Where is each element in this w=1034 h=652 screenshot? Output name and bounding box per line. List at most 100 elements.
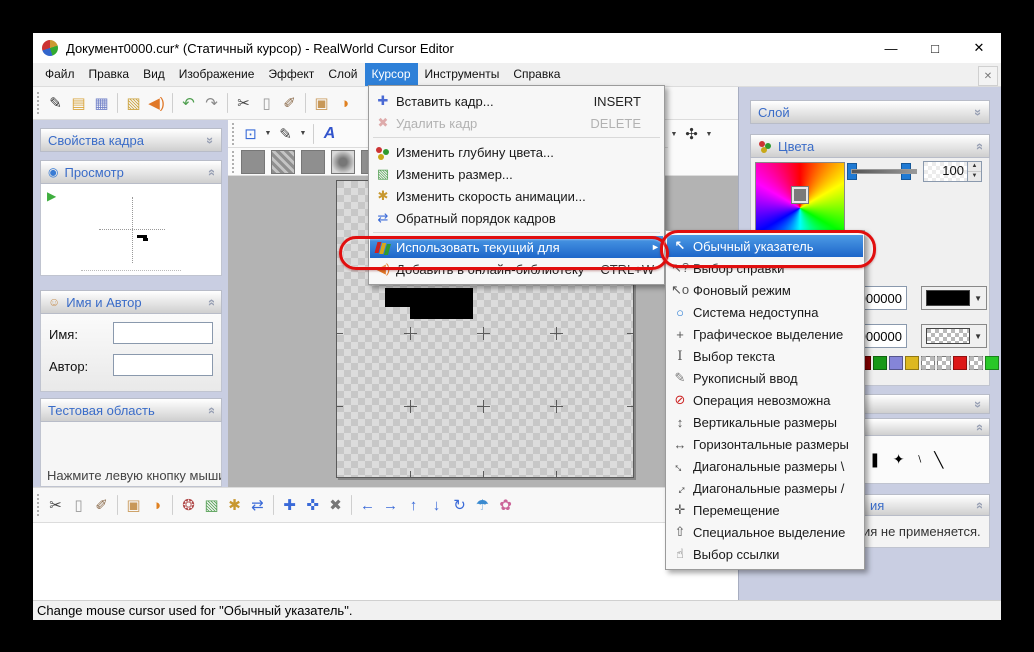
shift-left-icon[interactable]: ← (356, 494, 379, 517)
swatch-bright-green[interactable] (985, 356, 999, 370)
menu-item-resize[interactable]: ▧ Изменить размер... (370, 163, 663, 185)
slider-track[interactable] (851, 169, 917, 174)
animation-speed-icon[interactable]: ✱ (223, 494, 246, 517)
transparency-icon[interactable]: ◑ (333, 92, 356, 115)
brush-solid-1[interactable] (241, 150, 265, 174)
document-close-icon[interactable]: ✕ (978, 66, 998, 86)
swatch-violet[interactable] (889, 356, 903, 370)
select-tool-icon[interactable]: ⊡ (239, 122, 262, 145)
primary-color-dropdown[interactable]: ▼ (921, 286, 987, 310)
swatch-transparent-3[interactable] (969, 356, 983, 370)
submenu-item-text-select[interactable]: I Выбор текста (667, 345, 863, 367)
submenu-item-background-mode[interactable]: ↖o Фоновый режим (667, 279, 863, 301)
copy-icon[interactable]: ▯ (255, 92, 278, 115)
panel-header-frame-properties[interactable]: Свойства кадра » (40, 128, 222, 152)
menu-cursor[interactable]: Курсор (365, 63, 418, 86)
chevron-expand-icon[interactable]: » (971, 108, 986, 115)
menu-effect[interactable]: Эффект (261, 63, 321, 86)
submenu-item-unavailable[interactable]: ⊘ Операция невозможна (667, 389, 863, 411)
title-bar[interactable]: Документ0000.cur* (Статичный курсор) - R… (33, 33, 1001, 63)
spinner[interactable]: ▲ ▼ (967, 162, 981, 181)
rotate-icon[interactable]: ↻ (448, 494, 471, 517)
redo-icon[interactable]: ↷ (200, 92, 223, 115)
secondary-color-dropdown[interactable]: ▼ (921, 324, 987, 348)
chevron-collapse-icon[interactable]: » (971, 142, 986, 149)
copy-icon[interactable]: ▯ (67, 494, 90, 517)
menu-tools[interactable]: Инструменты (418, 63, 507, 86)
menu-item-delete-frame[interactable]: ✖ Удалить кадр DELETE (370, 112, 663, 134)
submenu-item-alternate-select[interactable]: ⇧ Специальное выделение (667, 521, 863, 543)
menu-item-color-depth[interactable]: Изменить глубину цвета... (370, 141, 663, 163)
transparency-icon[interactable]: ◑ (145, 494, 168, 517)
menu-file[interactable]: Файл (38, 63, 82, 86)
palette-icon[interactable]: ✿ (494, 494, 517, 517)
swatch-gold[interactable] (905, 356, 919, 370)
paste-icon[interactable]: ✐ (278, 92, 301, 115)
hotspot-tool-dropdown[interactable]: ▼ (703, 123, 715, 146)
hotspot-tool-icon[interactable]: ✣ (680, 123, 703, 146)
brush-shape-bar[interactable]: ❚ (869, 451, 881, 468)
menu-view[interactable]: Вид (136, 63, 172, 86)
text-tool-icon[interactable]: A (318, 122, 341, 145)
chevron-collapse-icon[interactable]: » (203, 168, 218, 175)
chevron-expand-icon[interactable]: » (203, 136, 218, 143)
submenu-item-move[interactable]: ✛ Перемещение (667, 499, 863, 521)
panel-header-preview[interactable]: ◉ Просмотр » (40, 160, 222, 184)
save-icon[interactable]: ▦ (90, 92, 113, 115)
chevron-collapse-icon[interactable]: » (203, 298, 218, 305)
cut-icon[interactable]: ✂ (232, 92, 255, 115)
maximize-button[interactable]: □ (913, 33, 957, 63)
submenu-item-precision-select[interactable]: + Графическое выделение (667, 323, 863, 345)
panel-header-test-area[interactable]: Тестовая область » (40, 398, 222, 422)
menu-item-reverse-frames[interactable]: ⇄ Обратный порядок кадров (370, 207, 663, 229)
chevron-collapse-icon[interactable]: » (971, 501, 986, 508)
select-tool-dropdown[interactable]: ▼ (262, 122, 274, 145)
cut-icon[interactable]: ✂ (44, 494, 67, 517)
paste-icon[interactable]: ✐ (90, 494, 113, 517)
color-picker-selector[interactable] (792, 187, 808, 203)
panel-header-colors[interactable]: Цвета » (750, 134, 990, 158)
submenu-item-link-select[interactable]: ☝ Выбор ссылки (667, 543, 863, 565)
author-input[interactable] (113, 354, 213, 376)
submenu-item-diagonal-resize-2[interactable]: ↔ Диагональные размеры / (667, 477, 863, 499)
export-image-icon[interactable]: ▧ (122, 92, 145, 115)
duplicate-icon[interactable]: ▣ (122, 494, 145, 517)
shift-down-icon[interactable]: ↓ (425, 494, 448, 517)
submenu-item-horizontal-resize[interactable]: ↔ Горизонтальные размеры (667, 433, 863, 455)
brush-soft[interactable] (331, 150, 355, 174)
color-depth-icon[interactable]: ❂ (177, 494, 200, 517)
panel-header-layer[interactable]: Слой » (750, 100, 990, 124)
chevron-collapse-icon[interactable]: » (971, 423, 986, 430)
toolbar-grip[interactable] (37, 494, 39, 516)
new-file-icon[interactable]: ✎ (44, 92, 67, 115)
brush-solid-2[interactable] (301, 150, 325, 174)
shift-up-icon[interactable]: ↑ (402, 494, 425, 517)
value-input[interactable]: 100 (924, 162, 967, 181)
undo-icon[interactable]: ↶ (177, 92, 200, 115)
name-input[interactable] (113, 322, 213, 344)
spinner-down-icon[interactable]: ▼ (968, 172, 981, 181)
close-button[interactable]: ✕ (957, 33, 1001, 63)
publish-online-icon[interactable]: ◀) (145, 92, 168, 115)
toolbar-grip[interactable] (232, 151, 234, 173)
duplicate-icon[interactable]: ▣ (310, 92, 333, 115)
menu-item-anim-speed[interactable]: ✱ Изменить скорость анимации... (370, 185, 663, 207)
brush-shape-diamond[interactable]: ✦ (893, 451, 905, 468)
menu-layer[interactable]: Слой (321, 63, 364, 86)
spinner-up-icon[interactable]: ▲ (968, 162, 981, 172)
menu-item-insert-frame[interactable]: ✚ Вставить кадр... INSERT (370, 90, 663, 112)
test-cursor-icon[interactable]: ☂ (471, 494, 494, 517)
reverse-frames-icon[interactable]: ⇄ (246, 494, 269, 517)
menu-edit[interactable]: Правка (82, 63, 137, 86)
brush-striped[interactable] (271, 150, 295, 174)
brush-shape-stroke[interactable]: ╲ (934, 451, 943, 469)
brush-shape-tick[interactable]: ∖ (916, 454, 922, 465)
menu-help[interactable]: Справка (506, 63, 567, 86)
play-icon[interactable]: ▶ (47, 189, 56, 203)
swatch-transparent-2[interactable] (937, 356, 951, 370)
toolbar-grip[interactable] (232, 123, 234, 145)
chevron-collapse-icon[interactable]: » (203, 406, 218, 413)
resize-icon[interactable]: ▧ (200, 494, 223, 517)
menu-image[interactable]: Изображение (172, 63, 262, 86)
preview-area[interactable]: ▶ (40, 184, 222, 276)
